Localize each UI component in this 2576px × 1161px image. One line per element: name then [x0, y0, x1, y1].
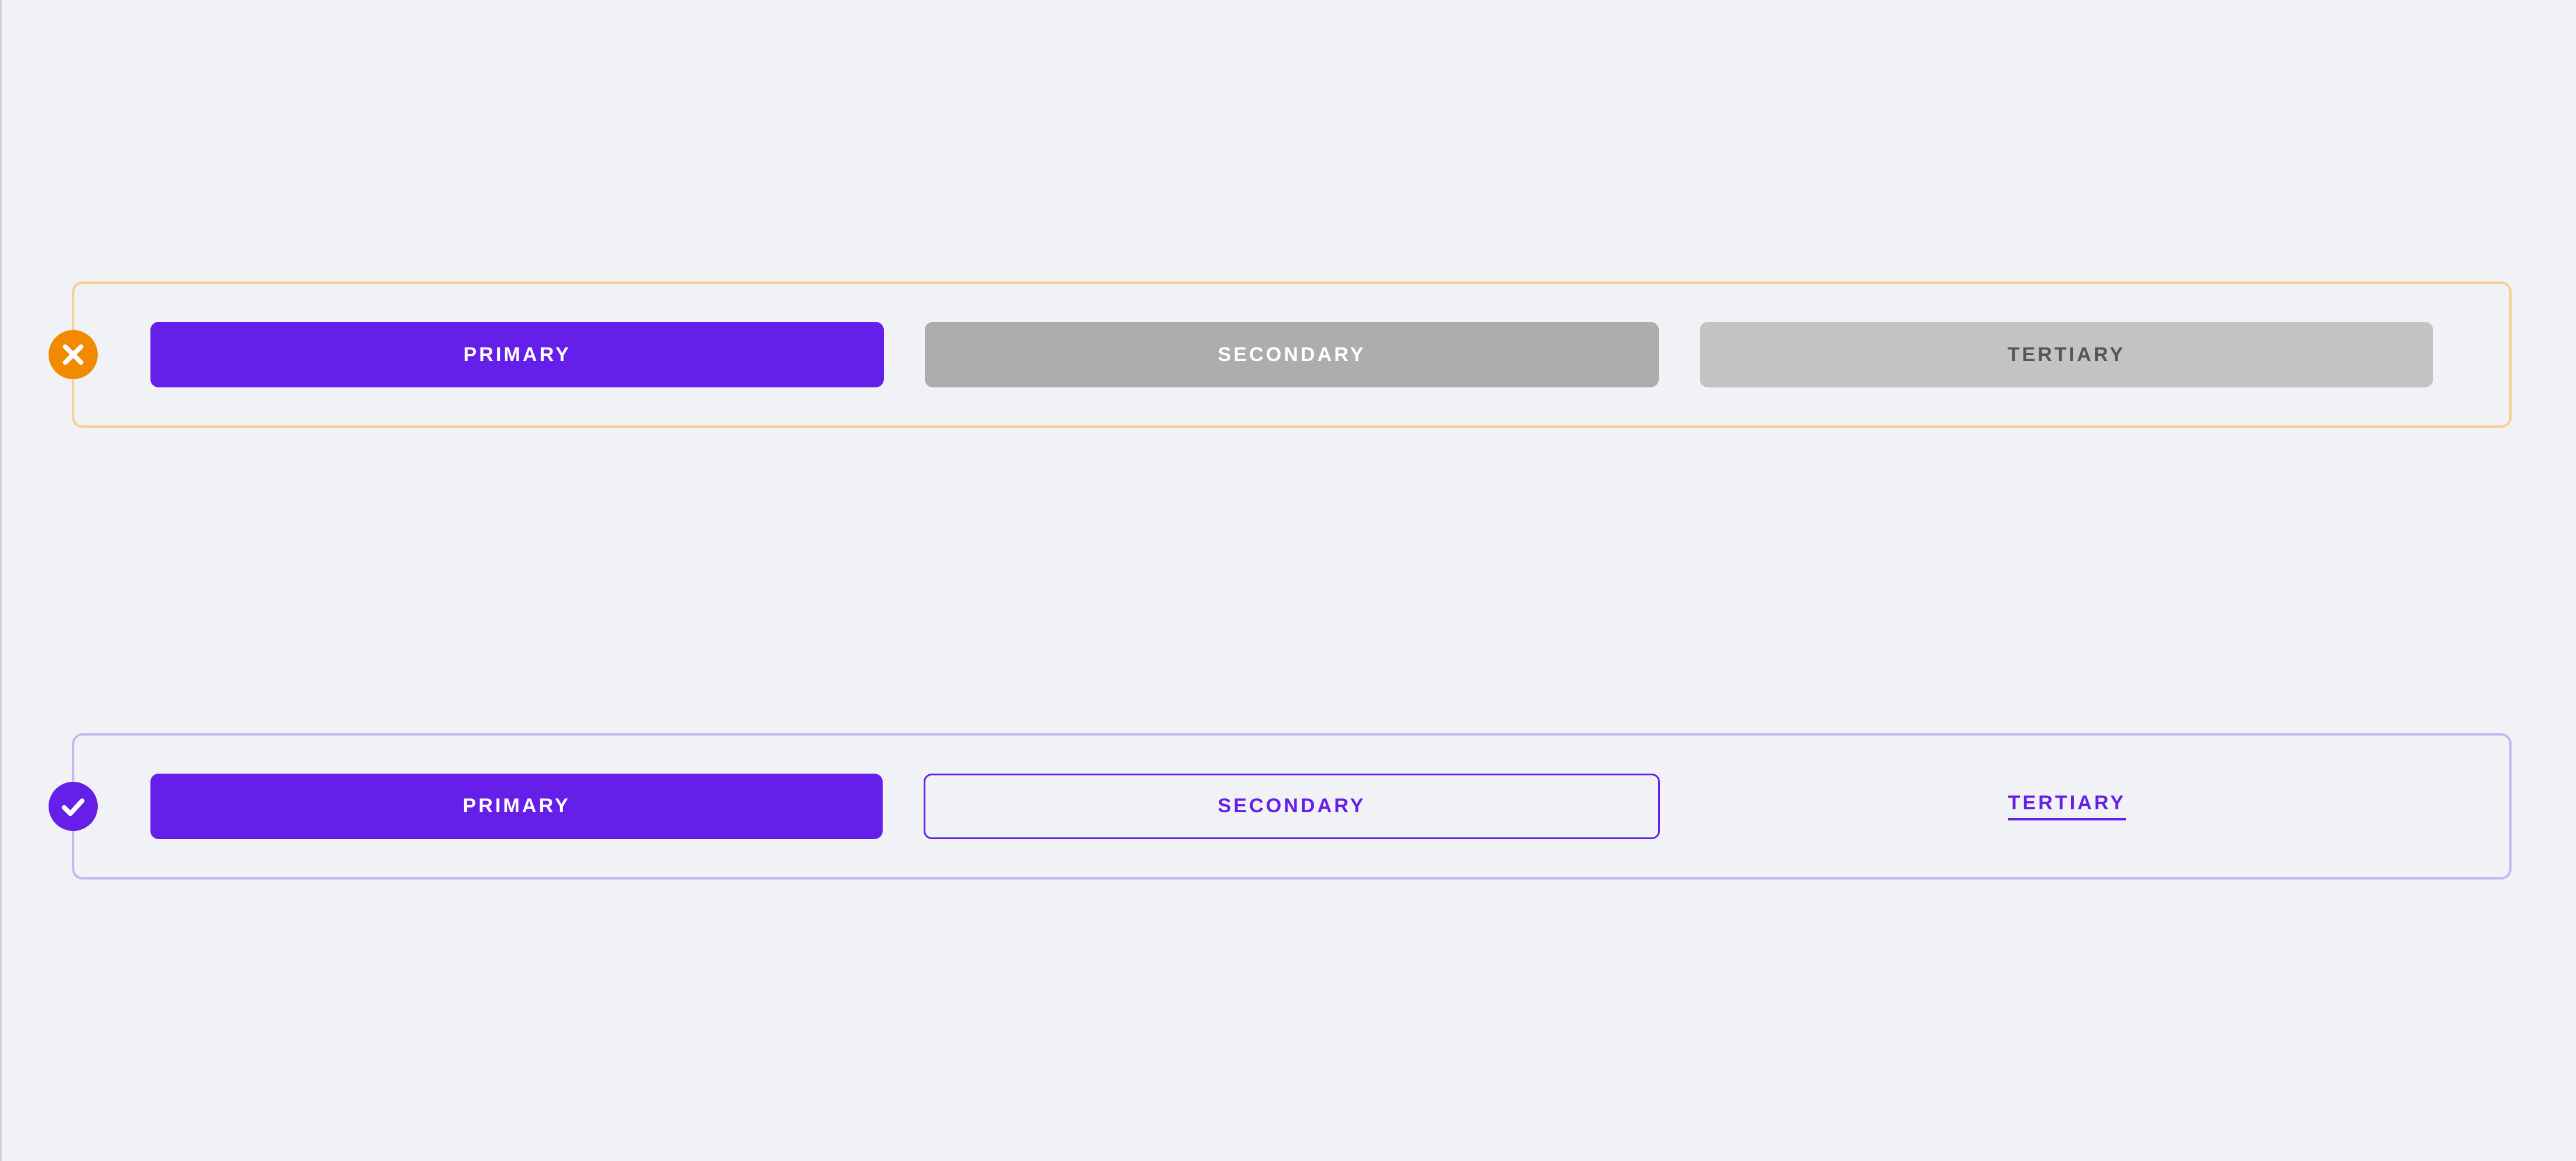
bad-example-panel: PRIMARY SECONDARY TERTIARY [72, 281, 2512, 428]
cross-icon [49, 330, 98, 379]
check-icon [49, 782, 98, 831]
good-secondary-button[interactable]: SECONDARY [924, 774, 1659, 839]
bad-tertiary-button[interactable]: TERTIARY [1700, 322, 2433, 387]
bad-secondary-button[interactable]: SECONDARY [925, 322, 1658, 387]
good-primary-button[interactable]: PRIMARY [150, 774, 883, 839]
good-tertiary-button[interactable]: TERTIARY [1701, 774, 2433, 839]
good-example-panel: PRIMARY SECONDARY TERTIARY [72, 733, 2512, 880]
good-tertiary-label: TERTIARY [2008, 792, 2126, 820]
bad-primary-button[interactable]: PRIMARY [150, 322, 884, 387]
